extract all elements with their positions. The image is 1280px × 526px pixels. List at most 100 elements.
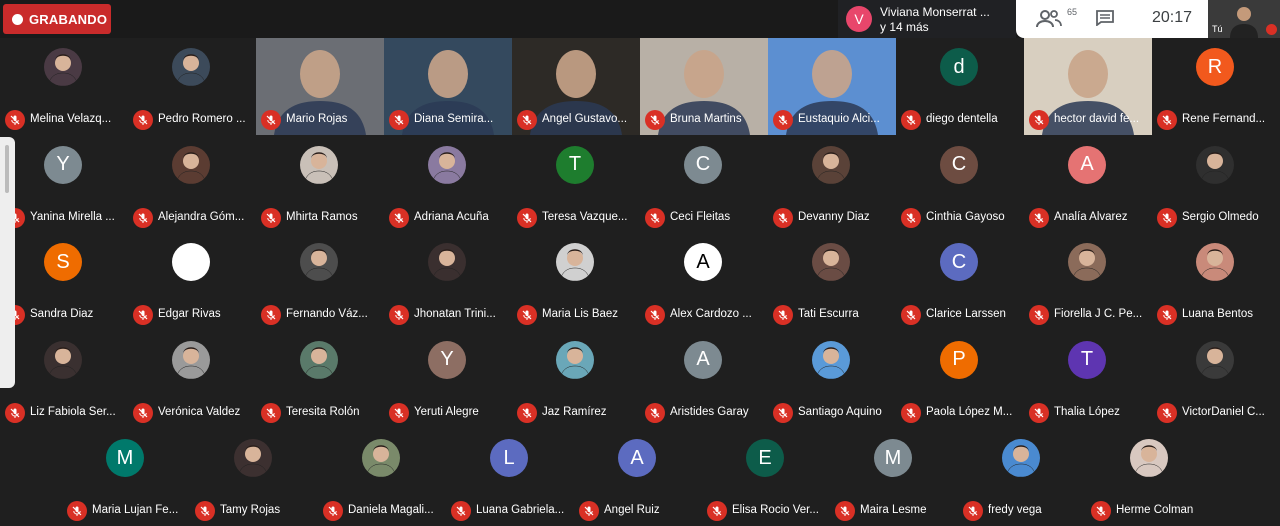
participant-tile[interactable]: Pedro Romero ... xyxy=(128,38,256,135)
people-icon[interactable] xyxy=(1036,8,1062,30)
participant-tile[interactable]: M Maria Lujan Fe... xyxy=(62,429,190,526)
participant-tile[interactable]: Bruna Martins xyxy=(640,38,768,135)
mic-off-icon xyxy=(1029,402,1049,423)
participant-tile[interactable]: Teresita Rolón xyxy=(256,331,384,428)
participant-tile[interactable]: Santiago Aquino xyxy=(768,331,896,428)
participant-tile[interactable]: VictorDaniel C... xyxy=(1152,331,1280,428)
participant-tile[interactable]: A Angel Ruiz xyxy=(574,429,702,526)
mic-off-icon xyxy=(1157,305,1177,325)
participant-tile[interactable]: Adriana Acuña xyxy=(384,136,512,233)
participant-tile[interactable]: Fernando Váz... xyxy=(256,233,384,330)
participant-tile[interactable]: A Analía Alvarez xyxy=(1024,136,1152,233)
participant-name: Analía Alvarez xyxy=(1054,210,1128,223)
participant-name: Angel Ruiz xyxy=(604,504,660,516)
participant-tile[interactable]: Liz Fabiola Ser... xyxy=(0,331,128,428)
participant-tile[interactable]: Daniela Magali... xyxy=(318,429,446,526)
participant-tile[interactable]: Verónica Valdez xyxy=(128,331,256,428)
mic-off-icon xyxy=(389,305,409,325)
participant-name: Ceci Fleitas xyxy=(670,210,731,223)
participant-tile[interactable]: Y Yeruti Alegre xyxy=(384,331,512,428)
participant-tile[interactable]: T Thalia López xyxy=(1024,331,1152,428)
participant-name: Bruna Martins xyxy=(670,113,742,125)
participant-name: Mario Rojas xyxy=(286,113,348,125)
participant-tile[interactable]: fredy vega xyxy=(958,429,1086,526)
participant-name: Devanny Diaz xyxy=(798,210,870,223)
participant-name: Luana Bentos xyxy=(1182,308,1253,320)
participant-avatar xyxy=(428,243,466,281)
participant-avatar: L xyxy=(490,439,528,477)
mic-off-icon xyxy=(901,305,921,325)
participant-tile[interactable]: Eustaquio Alci... xyxy=(768,38,896,135)
participant-tile[interactable]: T Teresa Vazque... xyxy=(512,136,640,233)
participant-avatar: d xyxy=(940,48,978,86)
presenter-info[interactable]: V Viviana Monserrat ... y 14 más xyxy=(838,0,1016,38)
participant-avatar xyxy=(1130,439,1168,477)
mic-off-icon xyxy=(451,501,471,521)
chat-icon[interactable] xyxy=(1096,10,1114,26)
mic-off-icon xyxy=(133,402,153,423)
mic-off-icon xyxy=(195,501,215,521)
participant-name: Daniela Magali... xyxy=(348,504,434,516)
mic-off-icon xyxy=(963,501,983,521)
participant-tile[interactable]: M Maira Lesme xyxy=(830,429,958,526)
participant-tile[interactable]: L Luana Gabriela... xyxy=(446,429,574,526)
participant-tile[interactable]: Jaz Ramírez xyxy=(512,331,640,428)
participant-tile[interactable]: C Clarice Larssen xyxy=(896,233,1024,330)
meeting-toolbar: 65 20:17 xyxy=(1016,0,1208,38)
participant-tile[interactable]: Luana Bentos xyxy=(1152,233,1280,330)
recording-indicator: GRABANDO xyxy=(3,4,111,34)
participant-tile[interactable]: hector david fe... xyxy=(1024,38,1152,135)
mic-off-icon xyxy=(835,501,855,521)
participant-tile[interactable]: Mhirta Ramos xyxy=(256,136,384,233)
side-panel-handle[interactable] xyxy=(0,137,15,388)
participant-tile[interactable]: A Aristides Garay xyxy=(640,331,768,428)
mic-off-icon xyxy=(579,501,599,521)
mic-off-icon xyxy=(261,110,281,130)
participant-name: Santiago Aquino xyxy=(798,405,882,418)
participant-name: Melina Velazq... xyxy=(30,113,112,125)
participant-tile[interactable]: Alejandra Góm... xyxy=(128,136,256,233)
top-bar: GRABANDO V Viviana Monserrat ... y 14 má… xyxy=(0,0,1280,38)
participant-tile[interactable]: Tamy Rojas xyxy=(190,429,318,526)
participant-name: Luana Gabriela... xyxy=(476,504,565,516)
participant-tile[interactable]: E Elisa Rocio Ver... xyxy=(702,429,830,526)
participant-name: Sandra Diaz xyxy=(30,308,94,320)
self-view-tile[interactable]: Tú xyxy=(1208,0,1280,38)
presenter-name: Viviana Monserrat ... xyxy=(880,5,990,19)
participant-tile[interactable]: Edgar Rivas xyxy=(128,233,256,330)
participant-name: Teresita Rolón xyxy=(286,405,360,418)
mic-off-icon xyxy=(645,305,665,325)
participant-tile[interactable]: A Alex Cardozo ... xyxy=(640,233,768,330)
participant-tile[interactable]: Jhonatan Trini... xyxy=(384,233,512,330)
participant-avatar: A xyxy=(684,340,722,379)
participant-tile[interactable]: R Rene Fernand... xyxy=(1152,38,1280,135)
participant-name: Mhirta Ramos xyxy=(286,210,358,223)
participant-tile[interactable]: Devanny Diaz xyxy=(768,136,896,233)
participant-tile[interactable]: Diana Semira... xyxy=(384,38,512,135)
participant-avatar: Y xyxy=(428,340,466,379)
participant-tile[interactable]: S Sandra Diaz xyxy=(0,233,128,330)
participant-tile[interactable]: Sergio Olmedo xyxy=(1152,136,1280,233)
participant-tile[interactable]: Herme Colman xyxy=(1086,429,1214,526)
participant-tile[interactable]: P Paola López M... xyxy=(896,331,1024,428)
participant-tile[interactable]: Melina Velazq... xyxy=(0,38,128,135)
participant-name: Maira Lesme xyxy=(860,504,927,516)
participant-tile[interactable]: Tati Escurra xyxy=(768,233,896,330)
participant-avatar xyxy=(172,243,210,281)
participant-name: Diana Semira... xyxy=(414,113,494,125)
participant-tile[interactable]: Maria Lis Baez xyxy=(512,233,640,330)
participant-tile[interactable]: Mario Rojas xyxy=(256,38,384,135)
participant-tile[interactable]: Y Yanina Mirella ... xyxy=(0,136,128,233)
mic-off-icon xyxy=(773,402,793,423)
participant-tile[interactable]: C Cinthia Gayoso xyxy=(896,136,1024,233)
mic-off-icon xyxy=(1091,501,1111,521)
participant-name: hector david fe... xyxy=(1054,113,1140,125)
participant-avatar xyxy=(172,145,210,184)
meeting-clock: 20:17 xyxy=(1152,9,1193,26)
mic-off-icon xyxy=(261,402,281,423)
participant-name: Clarice Larssen xyxy=(926,308,1006,320)
participant-tile[interactable]: C Ceci Fleitas xyxy=(640,136,768,233)
participant-tile[interactable]: Fiorella J C. Pe... xyxy=(1024,233,1152,330)
participant-tile[interactable]: d diego dentella xyxy=(896,38,1024,135)
participant-tile[interactable]: Angel Gustavo... xyxy=(512,38,640,135)
